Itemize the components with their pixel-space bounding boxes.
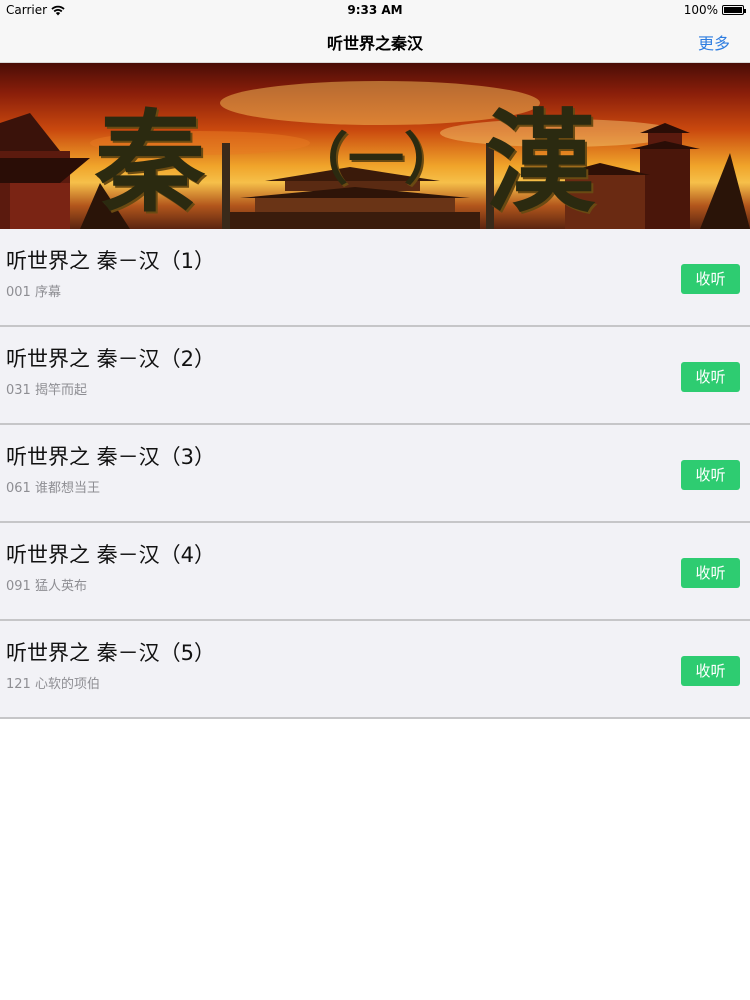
status-time: 9:33 AM [347, 3, 403, 17]
item-title: 听世界之 秦－汉（2） [6, 347, 216, 371]
listen-button[interactable]: 收听 [681, 558, 740, 588]
item-title: 听世界之 秦－汉（5） [6, 641, 216, 665]
item-subtitle: 121 心软的项伯 [6, 677, 100, 692]
list-item[interactable]: 听世界之 秦－汉（5） 121 心软的项伯 收听 [0, 621, 750, 719]
navigation-bar: 听世界之秦汉 更多 [0, 20, 750, 63]
item-title: 听世界之 秦－汉（4） [6, 543, 216, 567]
status-bar: Carrier 9:33 AM 100% [0, 0, 750, 20]
item-title: 听世界之 秦－汉（3） [6, 445, 216, 469]
item-subtitle: 001 序幕 [6, 285, 61, 300]
listen-button[interactable]: 收听 [681, 656, 740, 686]
status-right: 100% [683, 3, 746, 17]
listen-button[interactable]: 收听 [681, 460, 740, 490]
list-item[interactable]: 听世界之 秦－汉（2） 031 揭竿而起 收听 [0, 327, 750, 425]
banner-volume-label: （一） [292, 127, 460, 193]
list-item[interactable]: 听世界之 秦－汉（4） 091 猛人英布 收听 [0, 523, 750, 621]
item-subtitle: 061 谁都想当王 [6, 481, 100, 496]
episode-list: 听世界之 秦－汉（1） 001 序幕 收听 听世界之 秦－汉（2） 031 揭竿… [0, 229, 750, 719]
page-title: 听世界之秦汉 [326, 34, 423, 53]
battery-percent: 100% [683, 3, 718, 17]
more-button[interactable]: 更多 [698, 30, 730, 54]
item-title: 听世界之 秦－汉（1） [6, 249, 216, 273]
listen-button[interactable]: 收听 [681, 362, 740, 392]
banner-image: 秦 （一） 漢 [0, 63, 750, 229]
list-item[interactable]: 听世界之 秦－汉（3） 061 谁都想当王 收听 [0, 425, 750, 523]
banner-char-han: 漢 [485, 98, 595, 227]
listen-button[interactable]: 收听 [681, 264, 740, 294]
list-item[interactable]: 听世界之 秦－汉（1） 001 序幕 收听 [0, 229, 750, 327]
item-subtitle: 031 揭竿而起 [6, 383, 87, 398]
banner-char-qin: 秦 [95, 98, 205, 227]
battery-icon [722, 5, 746, 15]
item-subtitle: 091 猛人英布 [6, 579, 87, 594]
